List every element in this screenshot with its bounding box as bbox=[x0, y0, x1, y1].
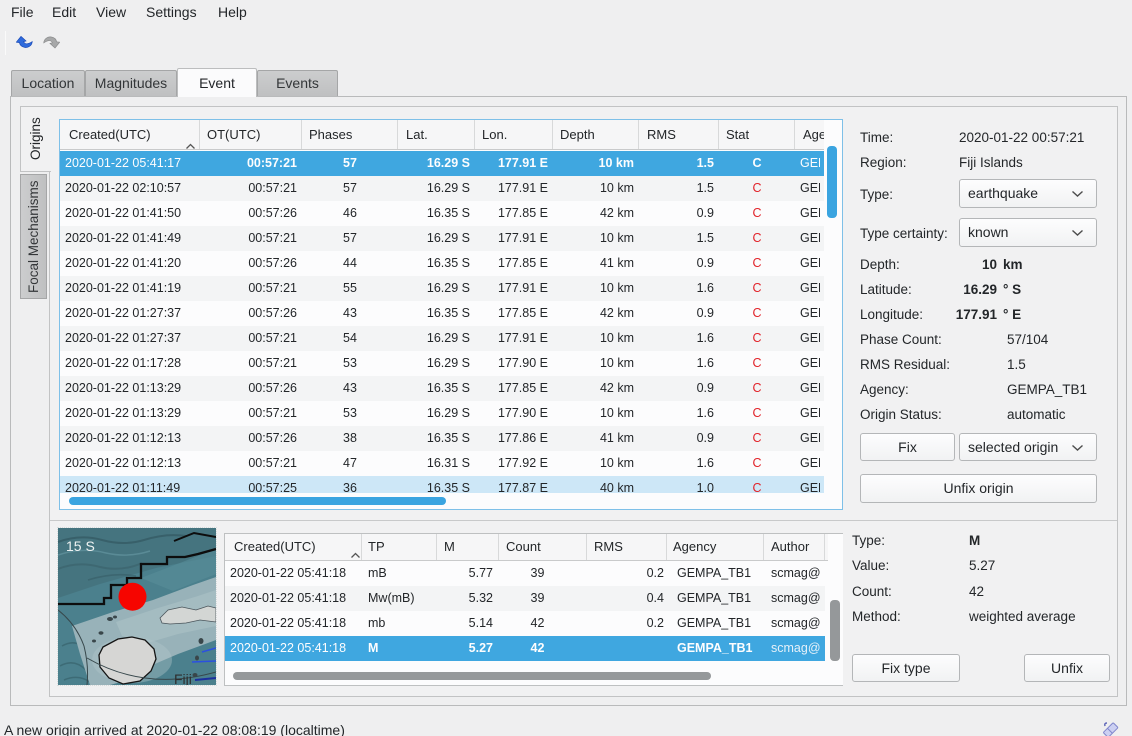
svg-text:Fiji: Fiji bbox=[174, 671, 192, 685]
svg-text:15 S: 15 S bbox=[66, 538, 95, 554]
